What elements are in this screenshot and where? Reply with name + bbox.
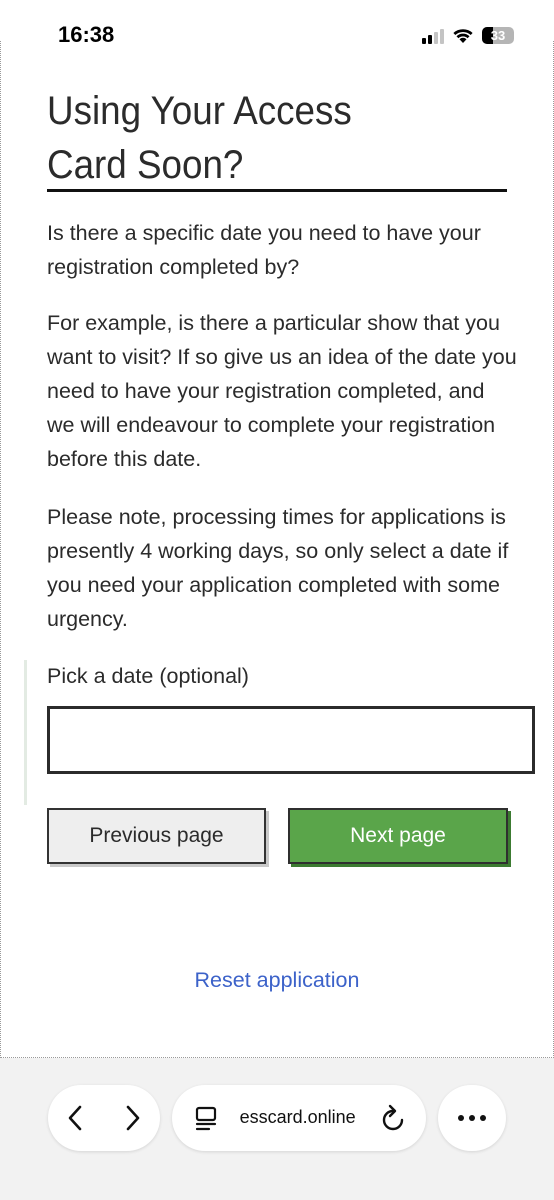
url-text: esscard.online (236, 1107, 356, 1127)
date-field-label: Pick a date (optional) (47, 664, 249, 688)
processing-note-paragraph: Please note, processing times for applic… (47, 505, 509, 631)
previous-page-button[interactable]: Previous page (47, 808, 266, 864)
title-underline (47, 189, 507, 192)
battery-percent: 33 (490, 28, 506, 43)
navigation-controls (48, 1085, 160, 1151)
date-input[interactable] (47, 706, 535, 774)
status-bar: 16:38 33 (0, 0, 554, 47)
more-icon (469, 1115, 475, 1121)
address-bar[interactable]: esscard.online (172, 1085, 426, 1151)
battery-icon: 33 (482, 27, 514, 44)
form-group-border (24, 660, 27, 805)
wifi-icon (453, 29, 473, 43)
forward-button[interactable] (104, 1085, 160, 1151)
reset-application-link[interactable]: Reset application (0, 968, 554, 993)
status-icons: 33 (422, 27, 514, 44)
example-paragraph: For example, is there a particular show … (47, 311, 517, 471)
more-icon (480, 1115, 486, 1121)
forward-icon (126, 1105, 140, 1131)
intro-paragraph: Is there a specific date you need to hav… (47, 221, 481, 279)
back-icon (68, 1105, 82, 1131)
status-time: 16:38 (58, 22, 115, 47)
next-page-button[interactable]: Next page (288, 808, 508, 864)
back-button[interactable] (48, 1085, 104, 1151)
cellular-signal-icon (422, 28, 444, 44)
tabs-icon[interactable] (194, 1105, 220, 1131)
page-title: Using Your Access Card Soon? (47, 89, 352, 187)
more-icon (458, 1115, 464, 1121)
more-button[interactable] (438, 1085, 506, 1151)
reload-icon[interactable] (380, 1103, 408, 1133)
